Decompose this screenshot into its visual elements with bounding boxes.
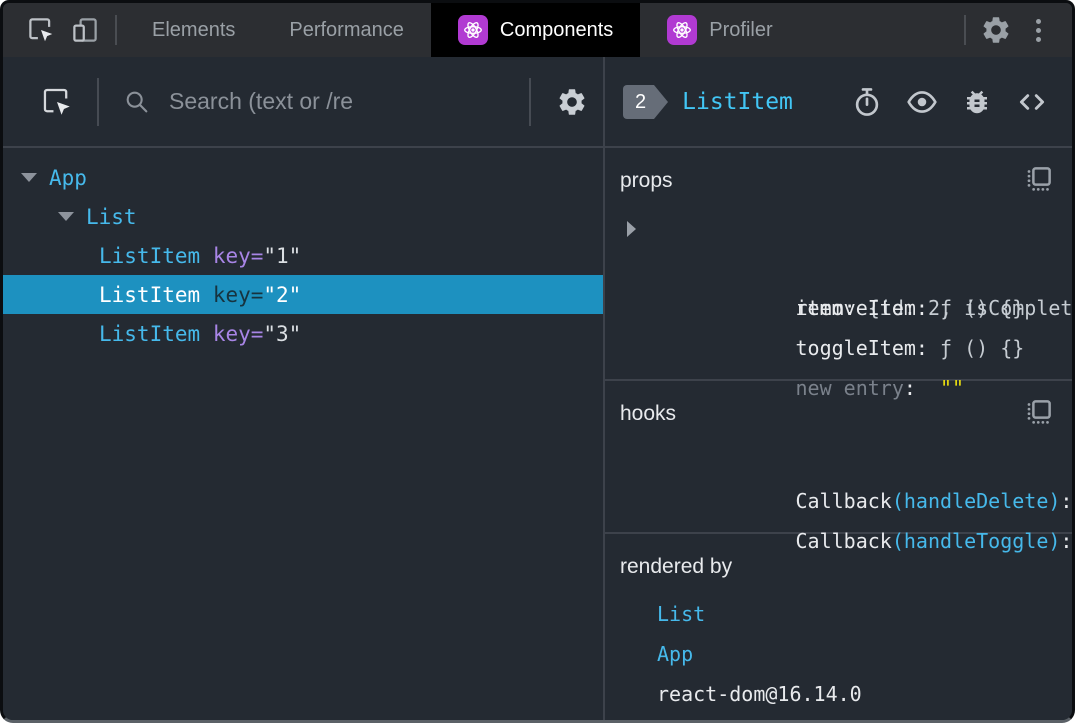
chevron-down-icon[interactable] (58, 212, 74, 221)
component-name: ListItem (99, 282, 201, 307)
components-panel: App List ListItem key="1" ListItem key="… (3, 57, 1072, 720)
key-value: "3" (263, 321, 302, 346)
tree-row-listitem-1[interactable]: ListItem key= "1" (3, 236, 603, 275)
main-toolbar: Elements Performance Components Profiler (3, 3, 1072, 57)
expand-arrow-icon[interactable] (627, 221, 636, 237)
device-toolbar-button[interactable] (63, 3, 107, 57)
key-attribute: key= (212, 243, 264, 268)
react-atom-icon (457, 15, 488, 45)
hook-row-callback-toggle[interactable]: Callback(handleToggle): ƒ () {} (605, 481, 1073, 553)
hooks-rows: Callback(handleDelete): ƒ () {} Callback… (605, 441, 1073, 553)
tab-label: Performance (289, 18, 404, 41)
inspector-header: 2 ListItem (605, 57, 1072, 148)
toolbar-separator (529, 77, 531, 126)
gear-icon (980, 14, 1012, 46)
component-name: ListItem (99, 321, 201, 346)
tab-label: Components (499, 18, 614, 41)
toolbar-separator (97, 77, 99, 126)
owner-link[interactable]: App (657, 642, 693, 666)
tab-components[interactable]: Components (430, 3, 641, 57)
select-component-button[interactable] (31, 57, 83, 146)
bug-icon (962, 87, 992, 117)
rendered-by-item-reactdom: react-dom@16.14.0 (605, 674, 1072, 714)
rendered-by-item-list[interactable]: List (605, 594, 1072, 634)
toolbar-right (956, 3, 1072, 57)
component-name: List (86, 204, 137, 229)
inspect-cursor-icon (26, 15, 56, 45)
hooks-section: hooks Callback(handleDelete): Callback(h… (605, 381, 1073, 553)
chevron-down-icon[interactable] (21, 173, 37, 182)
prop-row-removeitem[interactable]: removeItem: ƒ () {} (605, 248, 1072, 320)
copy-icon (1024, 397, 1054, 427)
tab-label: Profiler (709, 18, 773, 41)
component-name: App (49, 165, 87, 190)
devtools-window: Elements Performance Components Profiler… (0, 0, 1075, 723)
tab-performance[interactable]: Performance (262, 3, 431, 57)
inspector-actions (851, 86, 1048, 118)
tree-row-list[interactable]: List (3, 197, 603, 236)
rendered-by-title: rendered by (620, 555, 733, 578)
hooks-section-title: hooks (620, 402, 677, 425)
inspect-dom-button[interactable] (906, 86, 938, 118)
selected-component-title: ListItem (682, 88, 793, 115)
owners-count-badge: 2 (623, 84, 669, 119)
settings-button[interactable] (974, 3, 1018, 57)
component-tree: App List ListItem key= "1" ListItem key= "… (3, 148, 603, 720)
copy-hooks-button[interactable] (1024, 397, 1054, 427)
toolbar-left-icons (3, 3, 107, 57)
props-section-title: props (620, 169, 673, 192)
tab-label: Elements (152, 18, 236, 41)
stopwatch-icon (851, 86, 883, 118)
renderer-version: react-dom@16.14.0 (657, 682, 862, 706)
search-input[interactable] (167, 87, 519, 116)
toolbar-separator (964, 15, 966, 45)
copy-props-button[interactable] (1024, 164, 1054, 194)
more-options-button[interactable] (1018, 3, 1058, 57)
hook-row-callback-delete[interactable]: Callback(handleDelete): ƒ () {} (605, 441, 1073, 513)
props-section: props item: {id: 2, isComplet removeItem… (605, 148, 1072, 400)
tree-row-listitem-2-selected[interactable]: ListItem key= "2" (3, 275, 603, 314)
prop-row-new-entry[interactable]: new entry: "" (605, 328, 1072, 400)
rendered-by-section: rendered by List App react-dom@16.14.0 (605, 534, 1072, 720)
search-field (113, 87, 519, 116)
tab-elements[interactable]: Elements (125, 3, 262, 57)
toolbar-separator (115, 15, 117, 45)
kebab-menu-icon (1035, 18, 1041, 24)
prop-row-toggleitem[interactable]: toggleItem: ƒ () {} (605, 288, 1072, 360)
owner-link[interactable]: List (657, 602, 705, 626)
inspect-cursor-icon (40, 85, 74, 119)
tree-row-app[interactable]: App (3, 158, 603, 197)
suspense-toggle-button[interactable] (851, 86, 883, 118)
tree-pane: App List ListItem key="1" ListItem key="… (3, 57, 605, 720)
key-attribute: key= (212, 321, 264, 346)
key-attribute: key= (212, 282, 264, 307)
eye-icon (906, 86, 938, 118)
view-source-button[interactable] (1016, 86, 1048, 118)
code-brackets-icon (1015, 85, 1049, 119)
search-icon (123, 88, 151, 116)
rendered-by-rows: List App react-dom@16.14.0 (605, 594, 1072, 714)
copy-icon (1024, 164, 1054, 194)
component-name: ListItem (99, 243, 201, 268)
rendered-by-item-app[interactable]: App (605, 634, 1072, 674)
inspect-element-button[interactable] (19, 3, 63, 57)
device-toolbar-icon (70, 15, 100, 45)
tab-profiler[interactable]: Profiler (640, 3, 799, 57)
gear-icon (556, 86, 588, 118)
tree-row-listitem-3[interactable]: ListItem key= "3" (3, 314, 603, 353)
inspector-pane: 2 ListItem props item: {id: 2, isComplet… (605, 57, 1072, 720)
props-rows: item: {id: 2, isComplete: t… removeItem:… (605, 208, 1072, 400)
tree-settings-button[interactable] (541, 57, 603, 146)
tree-toolbar (3, 57, 603, 148)
react-atom-icon (667, 15, 698, 45)
log-to-console-button[interactable] (961, 86, 993, 118)
key-value: "1" (263, 243, 302, 268)
key-value: "2" (263, 282, 302, 307)
prop-row-item[interactable]: item: {id: 2, isComplete: t… (605, 208, 1072, 320)
